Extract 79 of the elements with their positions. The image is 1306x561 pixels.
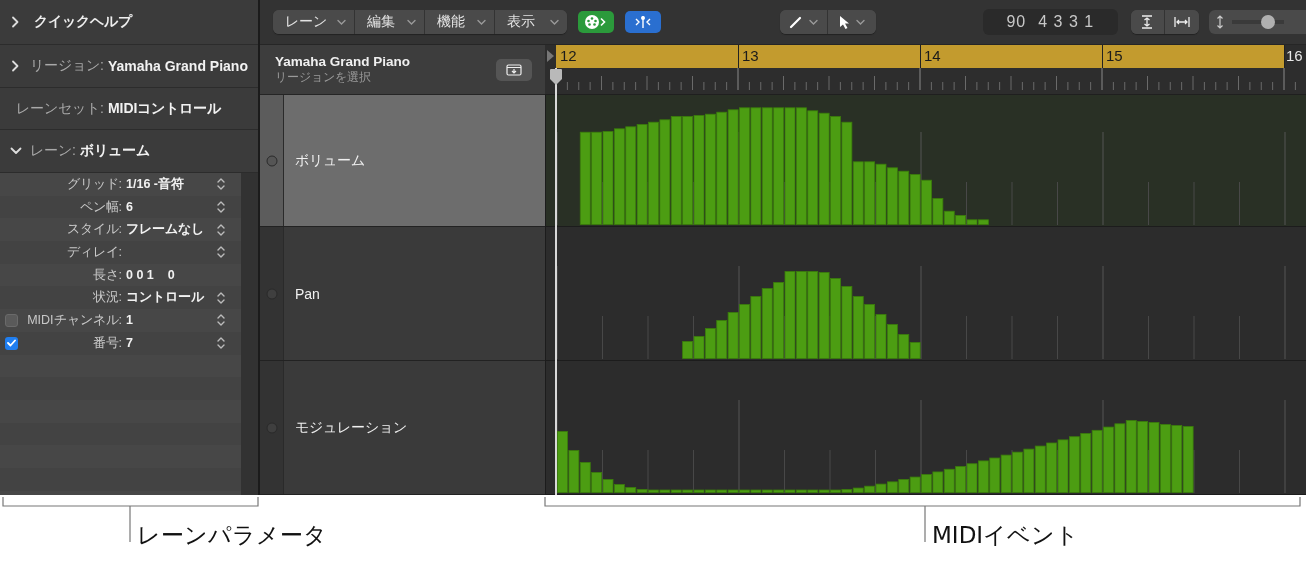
parameter-label: スタイル: [65,221,122,239]
parameter-value: コントロール [125,289,205,307]
section-value: MIDIコントロール [107,99,222,118]
checkbox[interactable] [5,313,18,327]
fit-height-button[interactable] [1130,10,1165,34]
lane-header[interactable]: モジュレーション [260,361,545,495]
parameter-label: 長さ: [91,266,122,284]
parameter-value: 7 [125,336,134,351]
section-label: レーンセット: [16,99,104,118]
stepper-icon[interactable] [216,177,226,192]
slider-thumb[interactable] [1261,15,1276,29]
menu-button[interactable]: 機能 [425,10,495,34]
stepper-icon[interactable] [216,222,226,237]
caret-icon [808,18,818,26]
pencil-tool-button[interactable] [779,10,828,34]
stepper-icon[interactable] [216,336,226,351]
fit-width-icon [1173,16,1190,28]
menu-button[interactable]: 表示 [495,10,567,34]
chevron-icon[interactable] [10,145,22,157]
bar-number: 16 [1286,47,1303,64]
scrollbar[interactable] [241,173,258,495]
pointer-icon [838,14,850,30]
snap-button[interactable] [624,11,661,33]
section-label: クイックヘルプ [34,13,132,31]
section-label: リージョン: [30,57,104,75]
midi-in-button[interactable] [578,11,614,33]
menu-button[interactable]: 編集 [355,10,425,34]
fit-width-button[interactable] [1164,10,1199,34]
parameter-value: フレームなし [125,221,205,239]
stepper-icon[interactable] [216,290,226,305]
menu-button[interactable]: レーン [273,10,355,34]
lane-header[interactable]: ボリューム [260,95,545,227]
pencil-icon [788,15,803,29]
parameter-label: ペン幅: [78,198,122,216]
parameter-value: 1 [125,313,134,328]
lane-name: ボリューム [295,151,365,170]
bar-number: 14 [924,47,941,64]
caret-icon [477,18,486,26]
checkbox[interactable] [5,336,18,350]
catch-button[interactable] [496,58,532,81]
section-value: ボリューム [79,142,150,160]
parameter-label: MIDIチャンネル: [26,311,122,329]
bar-number: 13 [742,47,759,64]
parameter-value: 6 [125,200,134,215]
parameter-label: ディレイ: [65,243,122,261]
caret-icon [407,18,416,26]
fit-height-icon [1140,15,1155,29]
parameter-value: 0 0 1 0 [125,268,176,283]
region-name: Yamaha Grand Piano [275,53,411,69]
parameter-label: 状況: [91,289,122,307]
lane-name: Pan [295,285,320,302]
lane-dot-icon [265,154,278,167]
caret-icon [550,18,559,26]
caret-icon [855,18,865,26]
stepper-icon[interactable] [216,313,226,328]
lane-name: モジュレーション [295,418,407,437]
check-icon [7,339,16,348]
section-value: Yamaha Grand Piano [107,58,248,74]
parameter-value: 1/16 -音符 [125,175,185,193]
callout-label: MIDIイベント [932,521,1080,550]
caret-icon [337,18,346,26]
callout-label: レーンパラメータ [137,521,327,550]
lane-header[interactable]: Pan [260,227,545,361]
midi-plug-icon [583,14,608,30]
display-value: 4 3 3 1 [1038,13,1095,31]
vertical-zoom-icon [1215,15,1224,29]
parameter-label: グリッド: [65,175,122,193]
display-value: 90 [1006,13,1027,31]
bar-number: 12 [560,47,577,64]
tray-icon [506,63,522,76]
parameter-label: 番号: [91,334,122,352]
playhead-handle-icon[interactable] [549,68,563,86]
snap-icon [633,15,652,29]
stepper-icon[interactable] [216,200,226,215]
region-hint: リージョンを選択 [275,68,372,86]
bar-number: 15 [1106,47,1123,64]
stepper-icon[interactable] [216,245,226,260]
section-label: レーン: [30,142,76,160]
pointer-tool-button[interactable] [827,10,876,34]
